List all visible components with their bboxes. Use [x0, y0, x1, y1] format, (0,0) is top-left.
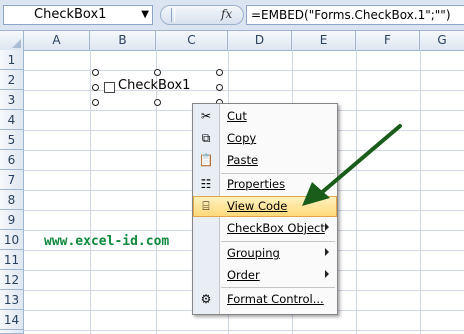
column-header-row: A B C D E F G: [0, 31, 464, 51]
menu-item-label: Paste: [227, 153, 259, 167]
menu-item-label: Format Control...: [227, 292, 324, 306]
menu-item-label: CheckBox Object: [227, 221, 325, 235]
name-box[interactable]: CheckBox1 ▼: [3, 5, 153, 25]
row-header-8[interactable]: 8: [0, 190, 24, 210]
menu-separator: [221, 287, 335, 288]
annotation-arrow-icon: [302, 124, 402, 206]
formula-bar: CheckBox1 ▼ fx =EMBED("Forms.CheckBox.1"…: [0, 0, 464, 31]
select-all-icon: [12, 39, 21, 48]
menu-item-order[interactable]: Order: [193, 265, 337, 286]
column-header-a[interactable]: A: [24, 31, 90, 50]
format-control-icon: ⚙: [200, 292, 212, 306]
menu-item-label: Copy: [227, 131, 257, 145]
row-header-1[interactable]: 1: [0, 50, 24, 70]
menu-separator: [221, 241, 335, 242]
submenu-arrow-icon: [325, 248, 329, 256]
menu-item-label: Grouping: [227, 246, 280, 260]
submenu-arrow-icon: [325, 270, 329, 278]
copy-icon: ⧉: [201, 131, 211, 145]
resize-handle[interactable]: [92, 84, 99, 91]
column-header-b[interactable]: B: [90, 31, 156, 50]
resize-handle[interactable]: [216, 69, 223, 76]
grid-line: [24, 330, 464, 331]
resize-handle[interactable]: [171, 8, 175, 22]
properties-icon: ☷: [200, 177, 212, 191]
grid-line: [24, 70, 464, 71]
grid-line: [90, 50, 91, 334]
formula-bar-controls: fx: [160, 5, 244, 25]
resize-handle[interactable]: [154, 69, 161, 76]
menu-item-grouping[interactable]: Grouping: [193, 243, 337, 264]
row-header-13[interactable]: 13: [0, 290, 24, 310]
checkbox-square-icon[interactable]: [104, 82, 115, 93]
row-header-4[interactable]: 4: [0, 110, 24, 130]
formula-input[interactable]: =EMBED("Forms.CheckBox.1";""): [246, 5, 464, 25]
scissors-icon: ✂: [200, 109, 212, 123]
checkbox-control[interactable]: CheckBox1: [96, 72, 220, 102]
row-header-11[interactable]: 11: [0, 250, 24, 270]
row-header-2[interactable]: 2: [0, 70, 24, 90]
grid-line: [24, 90, 464, 91]
row-header-3[interactable]: 3: [0, 90, 24, 110]
view-code-icon: ⌸: [202, 199, 210, 213]
paste-icon: 📋: [198, 153, 214, 167]
row-header-6[interactable]: 6: [0, 150, 24, 170]
row-header-10[interactable]: 10: [0, 230, 24, 250]
column-header-c[interactable]: C: [156, 31, 228, 50]
checkbox-label: CheckBox1: [118, 78, 191, 93]
row-header-12[interactable]: 12: [0, 270, 24, 290]
menu-item-label: Order: [227, 268, 260, 282]
chevron-down-icon[interactable]: ▼: [141, 6, 149, 24]
column-header-g[interactable]: G: [420, 31, 464, 50]
menu-item-label: Properties: [227, 177, 286, 191]
resize-handle[interactable]: [216, 84, 223, 91]
resize-handle[interactable]: [154, 99, 161, 106]
menu-item-format-control[interactable]: ⚙ Format Control...: [193, 289, 337, 310]
select-all-corner[interactable]: [0, 31, 24, 50]
name-box-value: CheckBox1: [34, 7, 107, 22]
column-header-e[interactable]: E: [292, 31, 356, 50]
submenu-arrow-icon: [325, 223, 329, 231]
row-header-9[interactable]: 9: [0, 210, 24, 230]
row-header-14[interactable]: 14: [0, 310, 24, 330]
column-header-f[interactable]: F: [356, 31, 420, 50]
resize-handle[interactable]: [92, 69, 99, 76]
column-header-d[interactable]: D: [228, 31, 292, 50]
menu-item-label: View Code: [227, 199, 288, 213]
menu-item-label: Cut: [227, 109, 247, 123]
grid-line: [420, 50, 421, 334]
insert-function-icon[interactable]: fx: [221, 7, 232, 21]
menu-item-checkbox-object[interactable]: CheckBox Object: [193, 218, 337, 239]
watermark-text: www.excel-id.com: [44, 234, 170, 249]
row-header-5[interactable]: 5: [0, 130, 24, 150]
resize-handle[interactable]: [92, 99, 99, 106]
row-header-7[interactable]: 7: [0, 170, 24, 190]
row-header-15[interactable]: [0, 330, 24, 334]
